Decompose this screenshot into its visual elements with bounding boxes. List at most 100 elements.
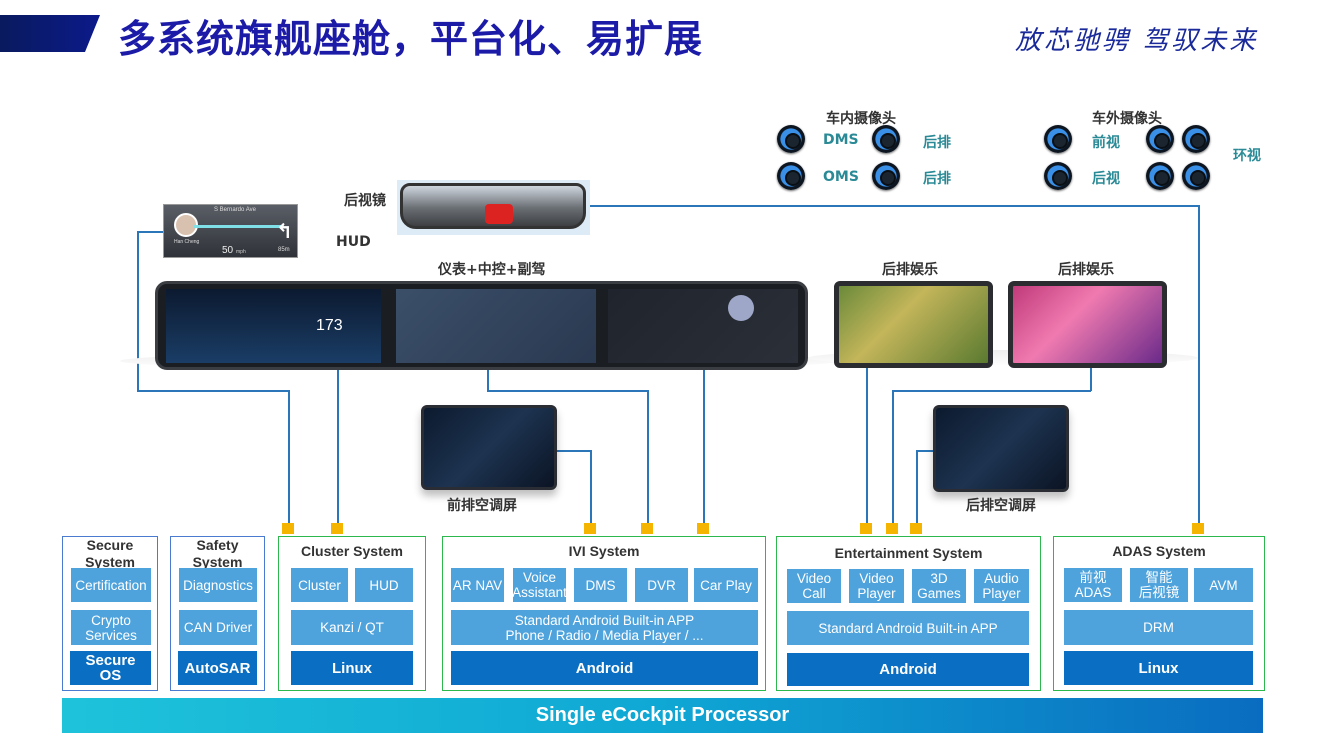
rear-ent-label-2: 后排娱乐 bbox=[1058, 262, 1114, 278]
camera-icon bbox=[1044, 162, 1072, 190]
connector-line bbox=[892, 390, 894, 524]
car-play-block: Car Play bbox=[694, 568, 758, 602]
audio-player-block: Audio Player bbox=[974, 569, 1029, 603]
connector-port bbox=[910, 523, 922, 534]
hud-label: HUD bbox=[336, 234, 371, 250]
hud-speed-unit: mph bbox=[236, 249, 246, 255]
drm-block: DRM bbox=[1064, 610, 1253, 645]
connector-line bbox=[703, 366, 705, 524]
linux-block: Linux bbox=[1064, 651, 1253, 685]
hud-screen-image: S Bernardo Ave Han Cheng 50 mph ↰ 85m bbox=[163, 204, 298, 258]
rear-entertainment-screen-2 bbox=[1008, 281, 1167, 368]
cluster-app-block: Cluster bbox=[291, 568, 348, 602]
secure-system-title: Secure System bbox=[85, 537, 135, 570]
hud-caller: Han Cheng bbox=[174, 239, 200, 245]
front-ac-screen bbox=[421, 405, 557, 490]
navigation-display bbox=[396, 289, 596, 363]
connector-port bbox=[1192, 523, 1204, 534]
ivi-system-title: IVI System bbox=[568, 543, 640, 559]
crypto-services-block: Crypto Services bbox=[71, 610, 151, 645]
secure-system-box: Secure System Certification Crypto Servi… bbox=[62, 536, 158, 691]
diagnostics-block: Diagnostics bbox=[179, 568, 257, 602]
connector-line bbox=[557, 450, 591, 452]
connector-line bbox=[590, 450, 592, 524]
android-apps-block: Standard Android Built-in APP bbox=[787, 611, 1029, 645]
rear-label: 后排 bbox=[923, 171, 951, 187]
autosar-block: AutoSAR bbox=[178, 651, 257, 685]
connector-port bbox=[697, 523, 709, 534]
camera-icon bbox=[777, 125, 805, 153]
rear-view-label: 后视 bbox=[1092, 171, 1120, 187]
connector-line bbox=[288, 390, 290, 524]
connector-port bbox=[282, 523, 294, 534]
dms-block: DMS bbox=[574, 568, 627, 602]
turn-arrow-icon: ↰ bbox=[276, 221, 293, 243]
avm-block: AVM bbox=[1194, 568, 1253, 602]
connector-line bbox=[137, 231, 164, 233]
cluster-speed: 173 bbox=[316, 317, 343, 334]
connector-line bbox=[487, 390, 648, 392]
certification-block: Certification bbox=[71, 568, 151, 602]
connector-port bbox=[886, 523, 898, 534]
dms-label: DMS bbox=[823, 132, 859, 148]
android-os-block: Android bbox=[451, 651, 758, 685]
entertainment-system-title: Entertainment System bbox=[834, 545, 983, 561]
rear-ac-screen bbox=[933, 405, 1069, 492]
connector-line bbox=[487, 368, 489, 391]
safety-system-box: Safety System Diagnostics CAN Driver Aut… bbox=[170, 536, 265, 691]
connector-line bbox=[337, 365, 339, 525]
front-ac-label: 前排空调屏 bbox=[447, 498, 517, 514]
camera-icon bbox=[1044, 125, 1072, 153]
video-call-block: Video Call bbox=[787, 569, 841, 603]
android-os-block: Android bbox=[787, 653, 1029, 686]
camera-icon bbox=[872, 125, 900, 153]
secure-os-block: Secure OS bbox=[70, 651, 151, 685]
camera-icon bbox=[1146, 162, 1174, 190]
connector-port bbox=[860, 523, 872, 534]
connector-line bbox=[866, 368, 868, 524]
camera-icon bbox=[1146, 125, 1174, 153]
dvr-block: DVR bbox=[635, 568, 688, 602]
voice-assistant-block: Voice Assistant bbox=[513, 568, 566, 602]
connector-line bbox=[137, 231, 139, 391]
adas-system-title: ADAS System bbox=[1112, 543, 1206, 559]
hud-app-block: HUD bbox=[355, 568, 413, 602]
linux-block: Linux bbox=[291, 651, 413, 685]
oms-label: OMS bbox=[823, 169, 859, 185]
route-line bbox=[194, 225, 284, 228]
camera-icon bbox=[872, 162, 900, 190]
ar-nav-block: AR NAV bbox=[451, 568, 504, 602]
album-art bbox=[728, 295, 754, 321]
connector-line bbox=[916, 450, 934, 452]
page-title: 多系统旗舰座舱，平台化、易扩展 bbox=[118, 17, 704, 61]
exterior-cameras-title: 车外摄像头 bbox=[1092, 111, 1162, 127]
connector-line bbox=[1198, 205, 1200, 524]
can-driver-block: CAN Driver bbox=[179, 610, 257, 645]
camera-icon bbox=[1182, 162, 1210, 190]
connector-port bbox=[331, 523, 343, 534]
connector-line bbox=[916, 450, 918, 524]
rearview-mirror-image bbox=[397, 180, 590, 235]
connector-line bbox=[647, 390, 649, 524]
main-display-label: 仪表+中控+副驾 bbox=[438, 262, 546, 278]
mirror-display bbox=[400, 183, 586, 229]
video-player-block: Video Player bbox=[849, 569, 904, 603]
camera-icon bbox=[1182, 125, 1210, 153]
rear-ent-label-1: 后排娱乐 bbox=[882, 262, 938, 278]
rear-entertainment-screen-1 bbox=[834, 281, 993, 368]
rear-ac-label: 后排空调屏 bbox=[966, 498, 1036, 514]
adas-system-box: ADAS System 前视 ADAS 智能 后视镜 AVM DRM Linux bbox=[1053, 536, 1265, 691]
connector-line bbox=[137, 390, 289, 392]
hud-street: S Bernardo Ave bbox=[214, 207, 256, 213]
front-adas-block: 前视 ADAS bbox=[1064, 568, 1122, 602]
connector-port bbox=[641, 523, 653, 534]
kanzi-qt-block: Kanzi / QT bbox=[291, 610, 413, 645]
entertainment-system-box: Entertainment System Video Call Video Pl… bbox=[776, 536, 1041, 691]
ivi-system-box: IVI System AR NAV Voice Assistant DMS DV… bbox=[442, 536, 766, 691]
hud-speed: 50 bbox=[222, 245, 234, 256]
cluster-system-title: Cluster System bbox=[301, 543, 403, 559]
3d-games-block: 3D Games bbox=[912, 569, 966, 603]
processor-bar: Single eCockpit Processor bbox=[62, 698, 1263, 733]
hud-distance: 85m bbox=[278, 247, 290, 253]
cluster-display: 173 bbox=[166, 289, 381, 363]
